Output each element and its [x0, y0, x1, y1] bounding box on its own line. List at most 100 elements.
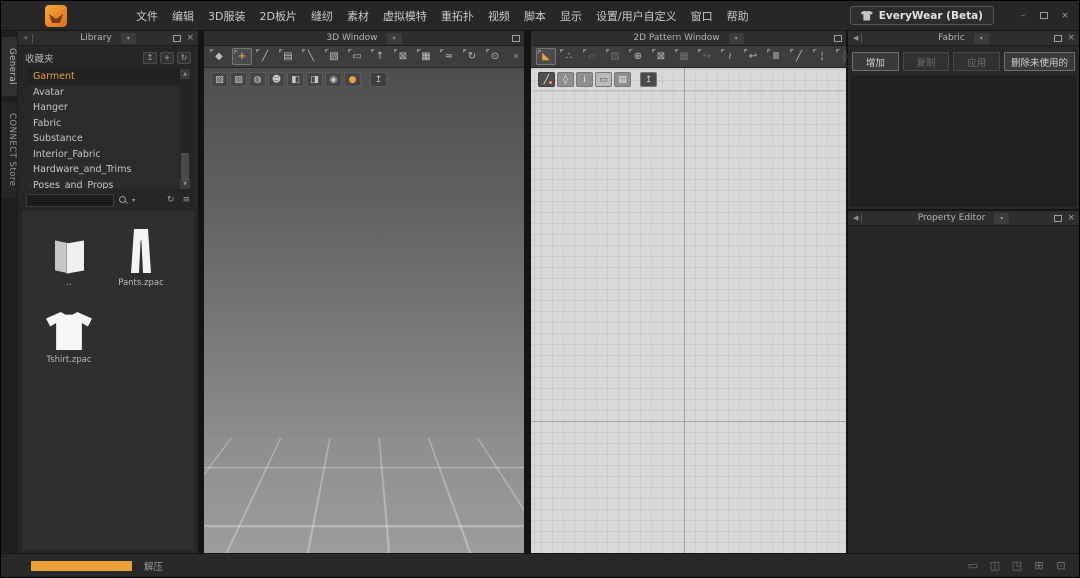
fabric-apply-button[interactable]: 应用 [953, 52, 1000, 71]
library-folder-hanger[interactable]: Hanger [28, 100, 180, 116]
menu-edit[interactable]: 编辑 [172, 8, 194, 24]
scrollbar-thumb[interactable] [181, 153, 189, 181]
undock-icon[interactable] [1054, 35, 1062, 42]
menu-display[interactable]: 显示 [560, 8, 582, 24]
wind-tool-icon[interactable]: ≈ [439, 48, 459, 65]
show-sewing-2d-toggle[interactable]: ▤ [614, 72, 631, 87]
panel-menu-dropdown[interactable]: ▾ [974, 33, 989, 44]
panel-menu-dropdown[interactable]: ▾ [994, 213, 1009, 224]
free-sewing-tool-icon[interactable]: ↩ [743, 48, 763, 65]
3d-viewport[interactable]: ▧▨◍☻◧◨◉●↥ [204, 68, 524, 553]
edit-sewing-tool-icon[interactable]: ▤ [278, 48, 298, 65]
undock-icon[interactable] [1054, 215, 1062, 222]
polygon-tool-icon[interactable]: ▱ [582, 48, 602, 65]
tab-general[interactable]: General [2, 37, 17, 96]
brush-tool-toggle[interactable]: ╱ [538, 72, 555, 87]
rotate-tool-icon[interactable]: ↻ [462, 48, 482, 65]
image-tool-icon[interactable]: ▨ [605, 48, 625, 65]
library-folder-substance[interactable]: Substance [28, 131, 180, 147]
restore-button[interactable] [1036, 9, 1052, 23]
arrangement-tool-icon[interactable]: ▧ [324, 48, 344, 65]
panel-menu-dropdown[interactable]: ▾ [387, 33, 402, 44]
everywear-button[interactable]: EveryWear (Beta) [850, 6, 994, 25]
show-textured-garment-toggle[interactable]: ▨ [230, 72, 247, 87]
notch-tool-icon[interactable]: ¦ [812, 48, 832, 65]
panel-menu-dropdown[interactable]: ▾ [729, 33, 744, 44]
library-folder-poses-and-props[interactable]: Poses_and_Props [28, 178, 180, 190]
close-panel-icon[interactable]: × [186, 34, 194, 43]
menu-script[interactable]: 脚本 [524, 8, 546, 24]
menu-video[interactable]: 视频 [488, 8, 510, 24]
pin-tool-icon[interactable]: ⊙ [485, 48, 505, 65]
transform-pattern-tool-icon[interactable]: ◣ [536, 48, 556, 65]
search-filter-caret-icon[interactable]: ▾ [132, 197, 135, 204]
show-mesh-toggle[interactable]: ◍ [249, 72, 266, 87]
pattern-info-toggle[interactable]: i [576, 72, 593, 87]
menu-window[interactable]: 窗口 [691, 8, 713, 24]
show-garment-2d-toggle[interactable]: ◊ [557, 72, 574, 87]
close-panel-icon[interactable]: × [1067, 34, 1075, 43]
fold-tool-icon[interactable]: ⊠ [651, 48, 671, 65]
simulate-tool-icon[interactable]: ◆ [209, 48, 229, 65]
refresh-view-icon[interactable]: ↻ [167, 195, 175, 205]
dock-pin-icon[interactable]: + [23, 34, 33, 43]
menu-settings-customize[interactable]: 设置/用户自定义 [596, 8, 677, 24]
2d-viewport[interactable]: ╱◊i▭▤ ↥ [531, 68, 846, 553]
reset-2d-arrangement-icon[interactable]: ↥ [640, 72, 657, 87]
show-environment-toggle[interactable]: ● [344, 72, 361, 87]
sewing-tool-icon[interactable]: ╲ [301, 48, 321, 65]
avatar-arrangement-tool-icon[interactable]: ↑ [370, 48, 390, 65]
menu-retopology[interactable]: 重拓扑 [441, 8, 474, 24]
flatten-tool-icon[interactable]: ▭ [347, 48, 367, 65]
edit-pattern-tool-icon[interactable]: ╱ [255, 48, 275, 65]
fabric-delete-unused-button[interactable]: 删除未使用的 [1004, 52, 1075, 71]
add-favorite-icon[interactable]: + [160, 52, 174, 64]
undock-icon[interactable] [834, 35, 842, 42]
import-icon[interactable]: ↥ [143, 52, 157, 64]
show-avatar-silhouette-toggle[interactable]: ◉ [325, 72, 342, 87]
menu-3d-garment[interactable]: 3D服装 [208, 8, 245, 24]
search-icon[interactable] [118, 195, 128, 205]
fold-arrangement-tool-icon[interactable]: ⊠ [393, 48, 413, 65]
menu-avatar[interactable]: 虚拟模特 [383, 8, 427, 24]
show-pattern-a-toggle[interactable]: ◧ [287, 72, 304, 87]
edit-pattern-2d-tool-icon[interactable]: ∴ [559, 48, 579, 65]
close-panel-icon[interactable]: × [1067, 214, 1075, 223]
close-button[interactable]: × [1057, 9, 1073, 23]
library-item-tshirt[interactable]: Tshirt.zpac [38, 304, 100, 365]
menu-material[interactable]: 素材 [347, 8, 369, 24]
curve-tool-icon[interactable]: ↪ [697, 48, 717, 65]
menu-2d-pattern[interactable]: 2D板片 [259, 8, 296, 24]
layout-quad-icon[interactable]: ⊞ [1031, 559, 1047, 573]
search-input[interactable] [26, 194, 114, 207]
internal-line-tool-icon[interactable]: ╱ [789, 48, 809, 65]
library-folder-fabric[interactable]: Fabric [28, 116, 180, 132]
library-item-parent-folder[interactable]: .. [38, 227, 100, 288]
reset-3d-arrangement-icon[interactable]: ↥ [370, 72, 387, 87]
select-move-tool-icon[interactable]: + [232, 48, 252, 65]
undock-icon[interactable] [512, 35, 520, 42]
menu-help[interactable]: 帮助 [727, 8, 749, 24]
tab-connect-store[interactable]: CONNECT Store [2, 102, 17, 198]
undock-icon[interactable] [173, 35, 181, 42]
fabric-add-button[interactable]: 增加 [852, 52, 899, 71]
library-folder-interior-fabric[interactable]: Interior_Fabric [28, 147, 180, 163]
layout-mixed-icon[interactable]: ◳ [1009, 559, 1025, 573]
pleat-tool-icon[interactable]: ⊕ [628, 48, 648, 65]
library-folder-garment[interactable]: Garment [28, 69, 180, 85]
show-pattern-b-toggle[interactable]: ◨ [306, 72, 323, 87]
grid-2d-tool-icon[interactable]: ▦ [674, 48, 694, 65]
list-view-icon[interactable]: ≡ [182, 195, 190, 205]
pleats-sewing-tool-icon[interactable]: Ⅲ [766, 48, 786, 65]
fabric-list[interactable] [851, 76, 1076, 206]
library-folder-avatar[interactable]: Avatar [28, 85, 180, 101]
dock-pin-icon[interactable]: ◀ [853, 34, 862, 43]
library-folder-hardware-and-trims[interactable]: Hardware_and_Trims [28, 162, 180, 178]
toolbar-overflow-icon[interactable]: » [513, 51, 519, 62]
layout-two-pane-icon[interactable]: ◫ [987, 559, 1003, 573]
show-pattern-outline-toggle[interactable]: ▭ [595, 72, 612, 87]
show-avatar-toggle[interactable]: ☻ [268, 72, 285, 87]
panel-menu-dropdown[interactable]: ▾ [121, 33, 136, 44]
menu-sewing[interactable]: 缝纫 [311, 8, 333, 24]
layout-single-icon[interactable]: ▭ [965, 559, 981, 573]
